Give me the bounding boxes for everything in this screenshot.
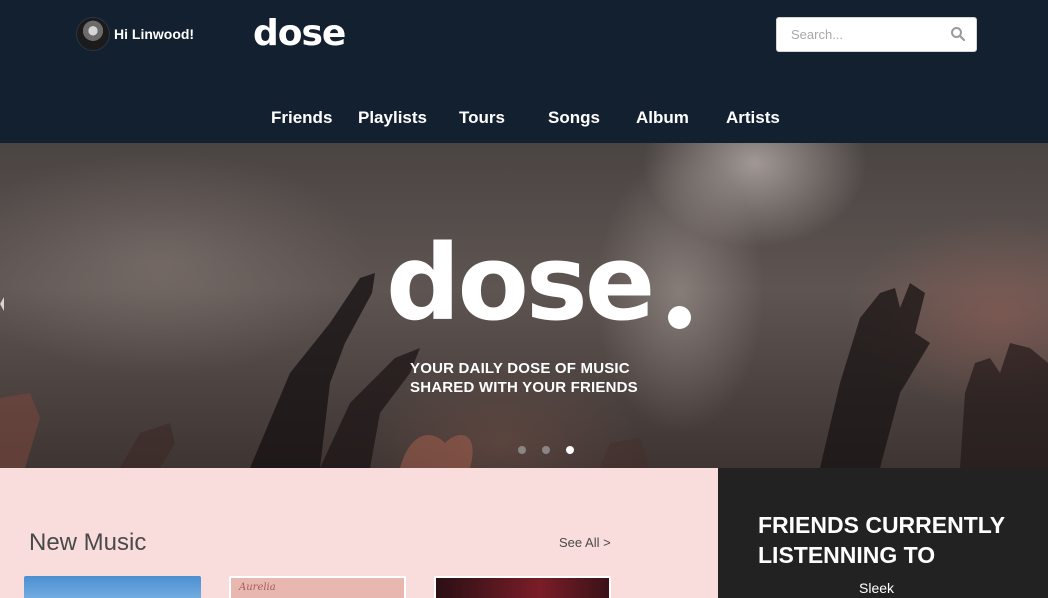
album-card-3[interactable]	[434, 576, 611, 598]
carousel-indicators	[518, 446, 574, 454]
album-card-2[interactable]: Aurelia	[229, 576, 406, 598]
album-card-1[interactable]	[24, 576, 201, 598]
carousel-dot-2[interactable]	[542, 446, 550, 454]
friends-listening-panel: FRIENDS CURRENTLY LISTENNING TO Sleek	[718, 468, 1048, 598]
tagline-line-2: SHARED WITH YOUR FRIENDS	[410, 379, 638, 396]
nav-playlists[interactable]: Playlists	[358, 108, 427, 128]
nav-artists[interactable]: Artists	[726, 108, 780, 128]
search-input[interactable]	[777, 18, 937, 51]
tagline-line-1: YOUR DAILY DOSE OF MUSIC	[410, 360, 630, 377]
hero-logo: dose	[386, 222, 655, 344]
nav-songs[interactable]: Songs	[548, 108, 600, 128]
hero-tagline: YOUR DAILY DOSE OF MUSIC SHARED WITH YOU…	[410, 359, 638, 397]
nav-tours[interactable]: Tours	[459, 108, 505, 128]
carousel-dot-1[interactable]	[518, 446, 526, 454]
nav-friends[interactable]: Friends	[271, 108, 332, 128]
album-cover-text: Aurelia	[239, 582, 276, 593]
brand-logo[interactable]: dose	[253, 10, 346, 58]
greeting-text: Hi Linwood!	[114, 26, 195, 42]
user-greeting[interactable]: Hi Linwood!	[76, 17, 194, 51]
hero-logo-dot	[668, 306, 691, 329]
search-box[interactable]	[776, 17, 977, 52]
carousel-prev-arrow[interactable]	[0, 297, 4, 311]
friends-panel-title: FRIENDS CURRENTLY LISTENNING TO	[758, 512, 1005, 568]
friend-item-name[interactable]: Sleek	[859, 580, 894, 596]
see-all-link[interactable]: See All >	[559, 535, 611, 550]
search-icon[interactable]	[950, 26, 966, 42]
top-header: Hi Linwood! dose Friends Playlists Tours…	[0, 0, 1048, 143]
main-nav: Friends Playlists Tours Songs Album Arti…	[0, 108, 1048, 130]
new-music-section: New Music See All > Aurelia	[0, 468, 718, 598]
section-title: New Music	[29, 529, 147, 556]
carousel-dot-3[interactable]	[566, 446, 574, 454]
nav-album[interactable]: Album	[636, 108, 689, 128]
hero-carousel: dose YOUR DAILY DOSE OF MUSIC SHARED WIT…	[0, 143, 1048, 468]
avatar[interactable]	[76, 17, 110, 51]
